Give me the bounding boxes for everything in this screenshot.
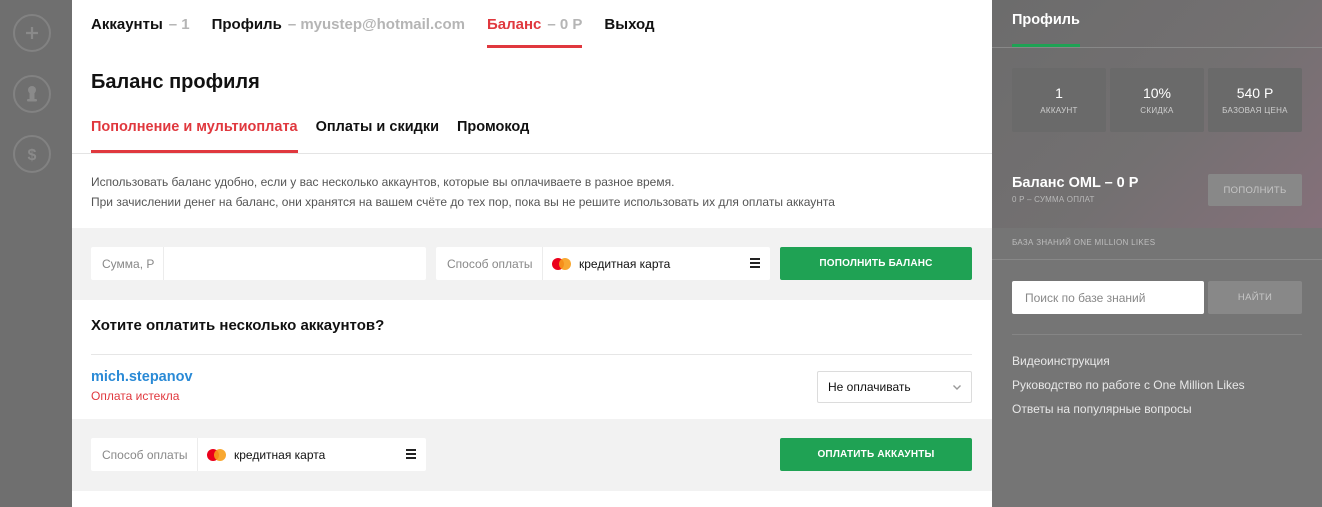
nav-profile[interactable]: Профиль – myustep@hotmail.com bbox=[212, 0, 465, 48]
main-panel: Аккаунты – 1 Профиль – myustep@hotmail.c… bbox=[72, 0, 992, 507]
add-account-button[interactable] bbox=[13, 14, 51, 52]
payment-method-select[interactable]: кредитная карта bbox=[543, 247, 770, 280]
oml-balance-title: Баланс OML – 0 Р bbox=[1012, 175, 1139, 191]
link-faq[interactable]: Ответы на популярные вопросы bbox=[1012, 397, 1245, 421]
payment-method-label: Способ оплаты bbox=[91, 438, 198, 471]
oml-balance-subtitle: 0 Р – сумма оплат bbox=[1012, 195, 1095, 204]
billing-rail-button[interactable]: $ bbox=[13, 135, 51, 173]
menu-icon[interactable] bbox=[750, 258, 760, 268]
nav-balance[interactable]: Баланс – 0 Р bbox=[486, 0, 583, 48]
multipay-divider bbox=[91, 354, 972, 355]
knowledge-search-button[interactable]: Найти bbox=[1208, 281, 1302, 314]
mastercard-icon bbox=[552, 257, 571, 270]
knowledge-base-label: База знаний One Million Likes bbox=[1012, 238, 1156, 247]
nav-profile-label: Профиль bbox=[211, 15, 282, 33]
nav-balance-label: Баланс bbox=[486, 15, 542, 33]
user-icon bbox=[27, 86, 37, 102]
sidebar-title[interactable]: Профиль bbox=[1012, 12, 1080, 28]
balance-description: Использовать баланс удобно, если у вас н… bbox=[91, 172, 835, 212]
topup-form: Сумма, Р Способ оплаты кредитная карта П… bbox=[72, 228, 992, 300]
topup-balance-button[interactable]: Пополнить баланс bbox=[780, 247, 972, 280]
knowledge-base-divider bbox=[992, 259, 1322, 260]
mastercard-icon bbox=[207, 448, 226, 461]
amount-label: Сумма, Р bbox=[91, 247, 164, 280]
tabs-divider bbox=[72, 153, 992, 154]
nav-logout[interactable]: Выход bbox=[604, 0, 654, 48]
topup-payment-method[interactable]: Способ оплаты кредитная карта bbox=[436, 247, 770, 280]
balance-tabs: Пополнение и мультиоплата Оплаты и скидк… bbox=[91, 104, 547, 153]
nav-accounts-count: – 1 bbox=[168, 15, 190, 33]
link-video-guide[interactable]: Видеоинструкция bbox=[1012, 349, 1245, 373]
links-divider bbox=[1012, 334, 1302, 335]
account-status: Оплата истекла bbox=[91, 389, 180, 403]
tab-topup[interactable]: Пополнение и мультиоплата bbox=[91, 104, 298, 153]
svg-text:$: $ bbox=[28, 147, 37, 163]
stat-value: 10% bbox=[1142, 85, 1172, 101]
multipay-payment-method[interactable]: Способ оплаты кредитная карта bbox=[91, 438, 426, 471]
knowledge-search-input[interactable] bbox=[1012, 281, 1204, 314]
link-user-manual[interactable]: Руководство по работе с One Million Like… bbox=[1012, 373, 1245, 397]
account-name-link[interactable]: mich.stepanov bbox=[91, 369, 193, 385]
sidebar-topup-button[interactable]: Пополнить bbox=[1208, 174, 1302, 206]
payment-method-value: кредитная карта bbox=[579, 256, 671, 271]
multipay-heading: Хотите оплатить несколько аккаунтов? bbox=[91, 317, 385, 334]
nav-accounts[interactable]: Аккаунты – 1 bbox=[91, 0, 190, 48]
payment-method-value: кредитная карта bbox=[234, 447, 326, 462]
account-payment-select[interactable]: Не оплачивать bbox=[817, 371, 972, 403]
profile-sidebar: Профиль 1 Аккаунт 10% Скидка 540 Р Базов… bbox=[992, 0, 1322, 507]
account-payment-select-value: Не оплачивать bbox=[828, 380, 911, 394]
amount-field[interactable]: Сумма, Р bbox=[91, 247, 426, 280]
payment-method-select[interactable]: кредитная карта bbox=[198, 438, 426, 471]
amount-input[interactable] bbox=[164, 247, 426, 280]
nav-logout-label: Выход bbox=[604, 15, 655, 33]
payment-method-label: Способ оплаты bbox=[436, 247, 543, 280]
page-title: Баланс профиля bbox=[91, 71, 260, 93]
top-nav: Аккаунты – 1 Профиль – myustep@hotmail.c… bbox=[91, 0, 677, 48]
stat-caption: Базовая цена bbox=[1222, 106, 1288, 115]
stat-accounts: 1 Аккаунт bbox=[1012, 68, 1106, 132]
help-links: Видеоинструкция Руководство по работе с … bbox=[1012, 349, 1245, 421]
nav-accounts-label: Аккаунты bbox=[91, 15, 163, 33]
multipay-form: Способ оплаты кредитная карта Оплатить а… bbox=[72, 419, 992, 491]
stat-value: 540 Р bbox=[1236, 85, 1274, 101]
stat-caption: Скидка bbox=[1140, 106, 1174, 115]
description-line: Использовать баланс удобно, если у вас н… bbox=[91, 175, 675, 189]
nav-profile-email: – myustep@hotmail.com bbox=[287, 15, 465, 33]
stat-discount: 10% Скидка bbox=[1110, 68, 1204, 132]
description-line: При зачислении денег на баланс, они хран… bbox=[91, 195, 835, 209]
tab-promocode[interactable]: Промокод bbox=[457, 104, 529, 150]
plus-icon bbox=[26, 27, 38, 39]
stat-base-price: 540 Р Базовая цена bbox=[1208, 68, 1302, 132]
menu-icon[interactable] bbox=[406, 449, 416, 459]
stat-caption: Аккаунт bbox=[1040, 106, 1078, 115]
pay-accounts-button[interactable]: Оплатить аккаунты bbox=[780, 438, 972, 471]
chevron-down-icon bbox=[953, 385, 961, 390]
sidebar-divider bbox=[992, 47, 1322, 48]
tab-payments[interactable]: Оплаты и скидки bbox=[316, 104, 439, 150]
stat-value: 1 bbox=[1055, 85, 1063, 101]
nav-balance-value: – 0 Р bbox=[547, 15, 583, 33]
profile-rail-button[interactable] bbox=[13, 75, 51, 113]
left-rail: $ bbox=[0, 0, 72, 507]
dollar-icon: $ bbox=[28, 147, 37, 163]
